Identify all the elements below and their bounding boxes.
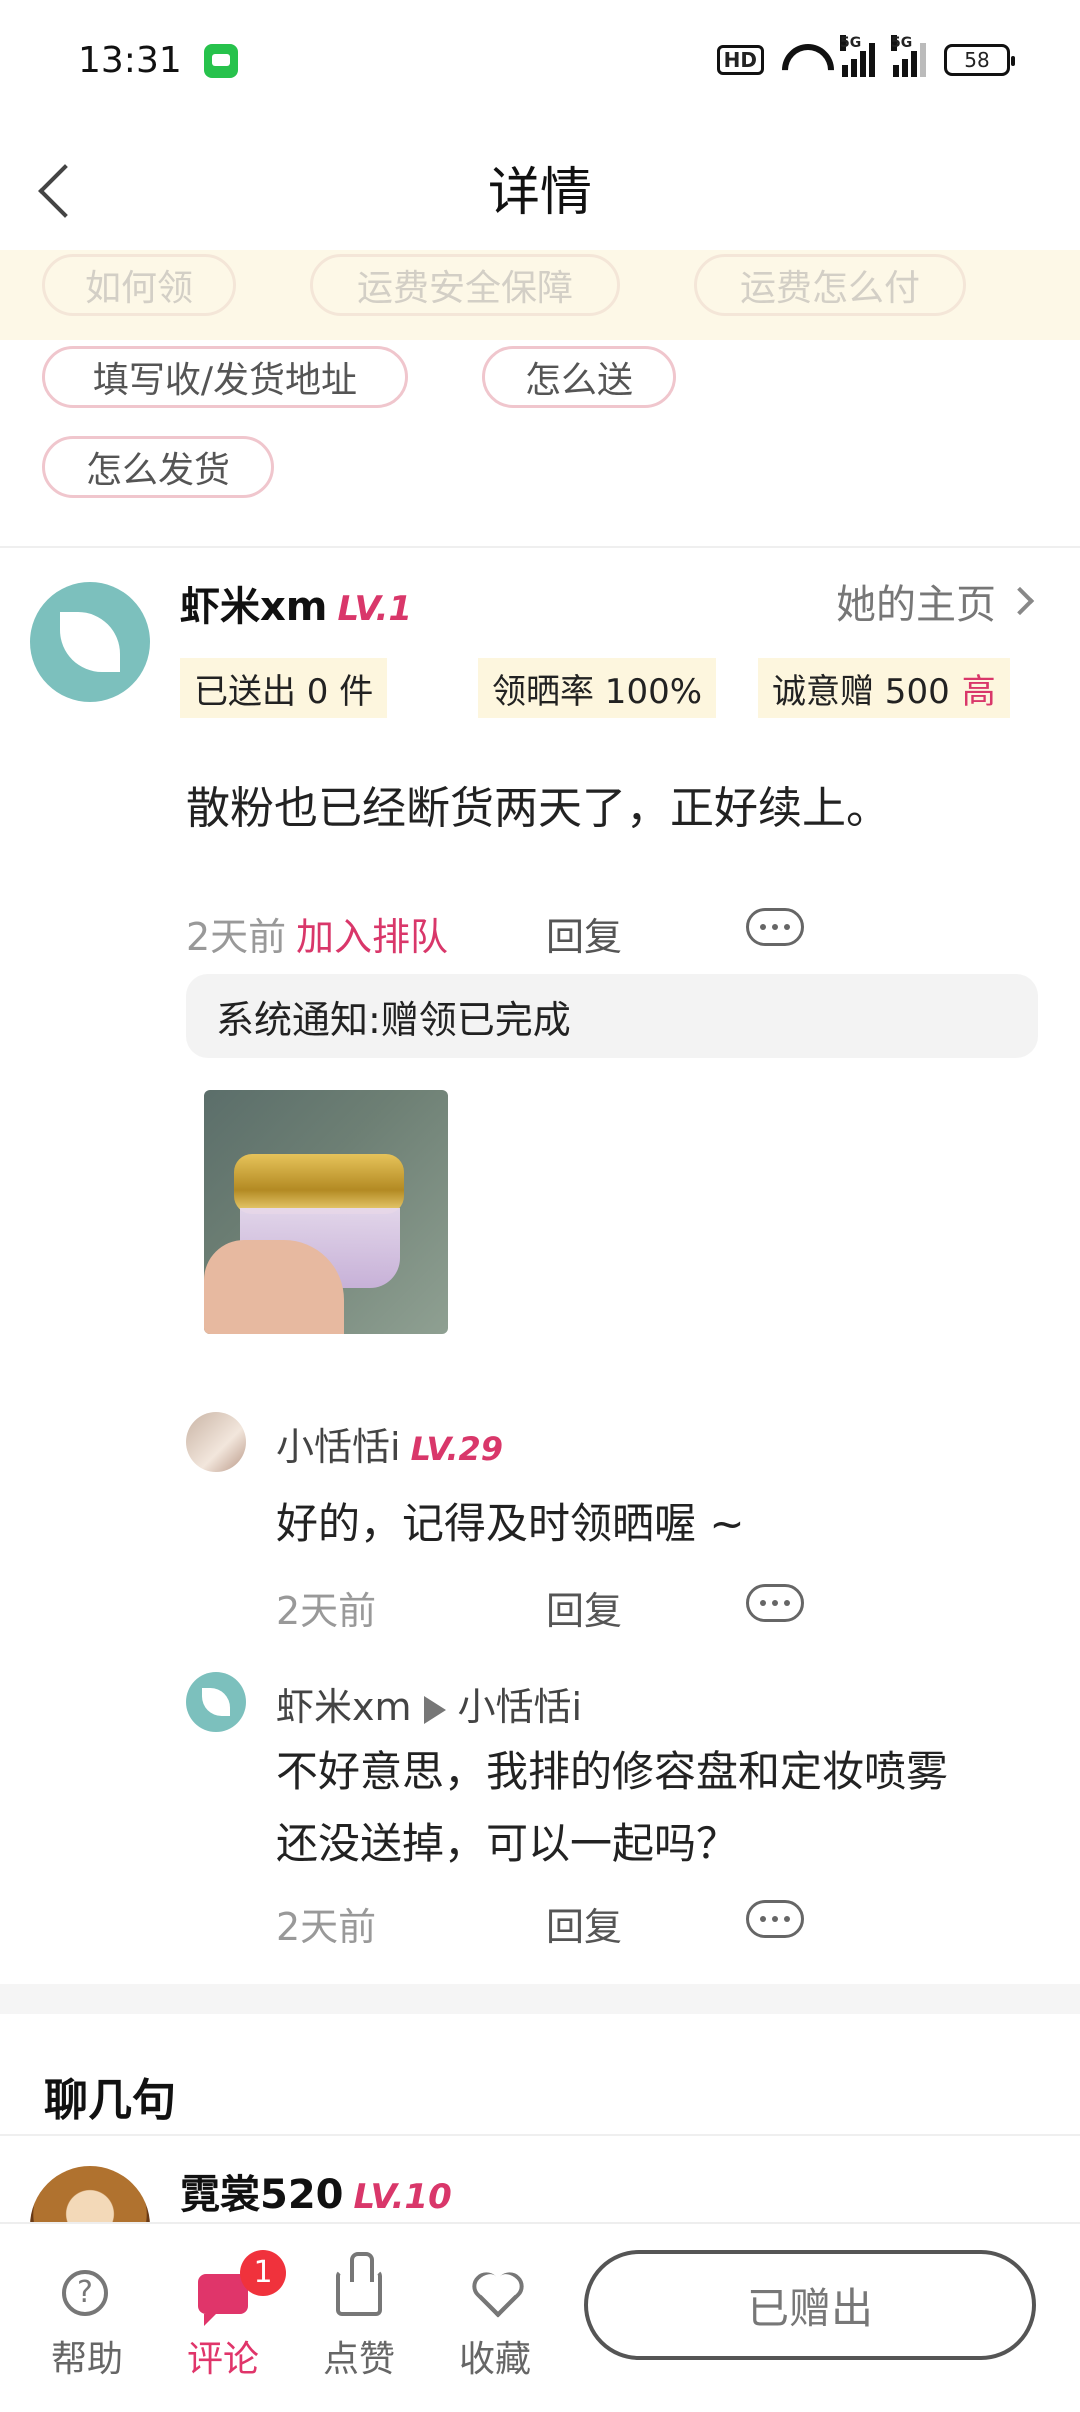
chat-section-title: 聊几句 <box>44 2075 176 2126</box>
help-icon: ? <box>62 2270 108 2316</box>
bottom-action-bar: ? 帮助 1 评论 点赞 收藏 已赠出 <box>0 2222 1080 2412</box>
comment-reply-button[interactable]: 回复 <box>546 1580 622 1635</box>
system-notice: 系统通知:赠领已完成 <box>186 974 1038 1058</box>
homepage-label: 她的主页 <box>836 582 996 628</box>
tag-how-to-claim[interactable]: 如何领 <box>42 254 236 316</box>
comment-level: LV.29 <box>410 1430 504 1468</box>
thumbs-up-icon <box>336 2252 382 2316</box>
chat-user-level: LV.10 <box>353 2177 452 2217</box>
comment-time: 2天前 <box>276 1589 377 1633</box>
section-divider <box>0 1984 1080 2014</box>
stat-sent: 已送出 0 件 <box>180 658 388 718</box>
reply-to-user[interactable]: 小恬恬i <box>458 1685 583 1729</box>
battery-icon: 58 <box>944 44 1015 76</box>
help-label: 帮助 <box>50 2339 123 2380</box>
status-time: 13:31 <box>78 40 182 81</box>
comment-author-line[interactable]: 小恬恬i LV.29 <box>276 1416 503 1471</box>
chat-user-name[interactable]: 霓裳520 <box>180 2172 344 2218</box>
reply-button[interactable]: 回复 <box>546 906 622 961</box>
message-app-icon <box>204 44 238 78</box>
reply-arrow-icon <box>423 1695 446 1724</box>
chat-user-line[interactable]: 霓裳520 LV.10 <box>180 2162 452 2220</box>
comment-avatar[interactable] <box>186 1412 246 1472</box>
reply-author[interactable]: 虾米xm <box>276 1685 412 1729</box>
reply-more-icon[interactable] <box>746 1900 804 1938</box>
comment-label: 评论 <box>186 2339 259 2380</box>
reply-time: 2天前 <box>276 1905 377 1949</box>
wifi-icon <box>782 44 824 76</box>
favorite-tab[interactable]: 收藏 <box>440 2264 550 2382</box>
status-icons: HD 5G 5G 58 <box>716 35 1015 80</box>
more-options-icon[interactable] <box>746 908 804 946</box>
comment-more-icon[interactable] <box>746 1584 804 1622</box>
favorite-label: 收藏 <box>458 2339 531 2380</box>
stat-sincerity: 诚意赠 500 高 <box>758 658 1010 718</box>
tag-how-to-send[interactable]: 怎么送 <box>482 346 676 408</box>
sincerity-label: 诚意赠 500 <box>772 671 950 712</box>
author-homepage-link[interactable]: 她的主页 <box>836 572 1035 630</box>
author-name[interactable]: 虾米xm <box>180 584 327 630</box>
stat-claim-rate: 领晒率 100% <box>478 658 717 718</box>
reply-text-line2: 还没送掉，可以一起吗？ <box>276 1819 739 1868</box>
status-bar: 13:31 HD 5G 5G 58 <box>0 0 1080 120</box>
heart-icon <box>474 2270 518 2314</box>
reply-text-line1: 不好意思，我排的修容盘和定妆喷雾 <box>276 1747 949 1796</box>
given-away-button[interactable]: 已赠出 <box>584 2250 1036 2360</box>
nav-header: 详情 <box>0 120 1080 250</box>
reply-reply-button[interactable]: 回复 <box>546 1896 622 1951</box>
tag-fill-address[interactable]: 填写收/发货地址 <box>42 346 408 408</box>
post-content: 散粉也已经断货两天了，正好续上。 <box>186 783 890 834</box>
comment-badge: 1 <box>240 2250 286 2296</box>
sincerity-high-tag: 高 <box>961 671 996 712</box>
tag-how-to-ship[interactable]: 怎么发货 <box>42 436 274 498</box>
author-avatar[interactable] <box>30 582 150 702</box>
reply-avatar[interactable] <box>186 1672 246 1732</box>
reply-author-line[interactable]: 虾米xm 小恬恬i <box>276 1676 582 1731</box>
post-time: 2天前 <box>186 915 287 959</box>
like-tab[interactable]: 点赞 <box>304 2252 414 2382</box>
like-label: 点赞 <box>322 2339 395 2380</box>
signal-icon-2: 5G <box>891 35 926 77</box>
comment-text: 好的，记得及时领晒喔 ~ <box>276 1499 745 1548</box>
comment-author[interactable]: 小恬恬i <box>276 1425 401 1469</box>
chevron-right-icon <box>1005 586 1035 616</box>
divider <box>0 546 1080 548</box>
help-tab[interactable]: ? 帮助 <box>32 2264 142 2382</box>
tag-shipping-guarantee[interactable]: 运费安全保障 <box>310 254 620 316</box>
join-queue-button[interactable]: 加入排队 <box>296 906 448 961</box>
comment-tab[interactable]: 1 评论 <box>168 2250 286 2382</box>
hd-icon: HD <box>716 45 764 75</box>
page-title: 详情 <box>487 163 592 223</box>
post-photo[interactable] <box>204 1090 448 1334</box>
tag-shipping-payment[interactable]: 运费怎么付 <box>694 254 966 316</box>
author-level: LV.1 <box>337 589 413 629</box>
author-name-line[interactable]: 虾米xm LV.1 <box>180 574 412 632</box>
divider <box>0 2134 1080 2136</box>
signal-icon: 5G <box>840 35 875 77</box>
